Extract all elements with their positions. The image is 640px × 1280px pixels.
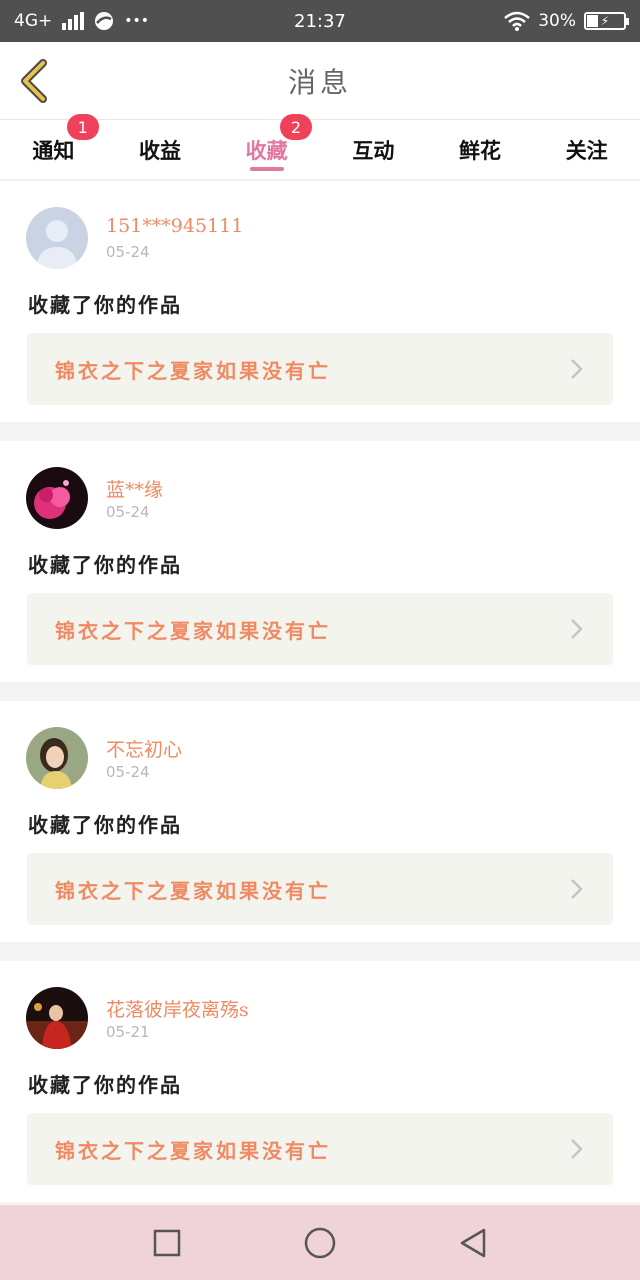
recents-button[interactable] [147,1223,187,1263]
username[interactable]: 151***945111 [106,215,243,237]
tab-label: 收益 [139,137,181,163]
action-text: 收藏了你的作品 [28,1073,182,1097]
network-type: 4G+ [14,11,53,31]
more-dots: ••• [124,13,150,29]
triangle-back-icon [461,1228,486,1257]
chevron-right-icon [571,619,583,639]
circle-icon [304,1227,336,1258]
browser-icon [95,12,114,30]
tab-bar: 通知 1 收益 收藏 2 互动 鲜花 关注 [0,114,640,180]
chevron-right-icon [571,1139,583,1159]
tab-following[interactable]: 关注 [533,120,640,179]
work-link[interactable]: 锦衣之下之夏家如果没有亡 [27,333,613,405]
avatar[interactable] [26,467,88,529]
signal-icon [62,12,85,30]
tab-earnings[interactable]: 收益 [107,120,214,179]
tab-label: 通知 [32,137,75,163]
tab-label: 关注 [565,137,608,163]
message-list: 151***945111 05-24 收藏了你的作品 锦衣之下之夏家如果没有亡 … [0,181,640,1221]
page-title: 消息 [287,65,352,99]
wifi-icon [504,11,531,31]
tab-flowers[interactable]: 鲜花 [427,120,534,179]
tab-favorites[interactable]: 收藏 2 [213,114,320,179]
battery-percent: 30% [538,11,576,31]
list-item: 不忘初心 05-24 收藏了你的作品 锦衣之下之夏家如果没有亡 [0,701,640,942]
avatar[interactable] [26,987,88,1049]
clock: 21:37 [294,10,346,32]
status-bar: 4G+ ••• 21:37 30% ⚡ [0,0,640,42]
list-item: 151***945111 05-24 收藏了你的作品 锦衣之下之夏家如果没有亡 [0,181,640,422]
list-item: 蓝**缘 05-24 收藏了你的作品 锦衣之下之夏家如果没有亡 [0,441,640,682]
work-link[interactable]: 锦衣之下之夏家如果没有亡 [27,853,613,925]
favorites-badge: 2 [280,114,313,140]
tab-label: 收藏 [245,137,288,163]
tab-label: 鲜花 [459,137,502,163]
tab-notifications[interactable]: 通知 1 [0,114,107,179]
list-item: 花落彼岸夜离殇s 05-21 收藏了你的作品 锦衣之下之夏家如果没有亡 [0,961,640,1202]
work-title: 锦衣之下之夏家如果没有亡 [55,358,331,383]
system-nav-bar [0,1205,640,1280]
chevron-right-icon [571,359,583,379]
action-text: 收藏了你的作品 [28,553,182,577]
default-avatar-icon [26,207,88,269]
tab-interactions[interactable]: 互动 [320,120,427,179]
work-title: 锦衣之下之夏家如果没有亡 [55,878,331,903]
username[interactable]: 不忘初心 [106,735,182,762]
pink-flower-avatar-icon [26,467,88,529]
timestamp: 05-24 [106,243,150,261]
home-button[interactable] [300,1223,340,1263]
work-title: 锦衣之下之夏家如果没有亡 [55,1138,331,1163]
username[interactable]: 花落彼岸夜离殇s [106,995,249,1022]
action-text: 收藏了你的作品 [28,293,182,317]
timestamp: 05-21 [106,1023,150,1041]
timestamp: 05-24 [106,763,150,781]
back-button[interactable] [14,56,54,106]
app-header: 消息 [0,42,640,120]
tab-label: 互动 [352,137,395,163]
red-costume-avatar-icon [26,987,88,1049]
avatar[interactable] [26,727,88,789]
battery-icon: ⚡ [584,12,629,30]
action-text: 收藏了你的作品 [28,813,182,837]
work-link[interactable]: 锦衣之下之夏家如果没有亡 [27,593,613,665]
chevron-right-icon [571,879,583,899]
timestamp: 05-24 [106,503,150,521]
notification-badge: 1 [66,114,99,140]
avatar[interactable] [26,207,88,269]
work-link[interactable]: 锦衣之下之夏家如果没有亡 [27,1113,613,1185]
woman-photo-avatar-icon [26,727,88,789]
square-icon [153,1229,180,1256]
back-nav-button[interactable] [453,1223,493,1263]
work-title: 锦衣之下之夏家如果没有亡 [55,618,331,643]
back-arrow-icon [21,59,47,103]
username[interactable]: 蓝**缘 [106,475,163,502]
